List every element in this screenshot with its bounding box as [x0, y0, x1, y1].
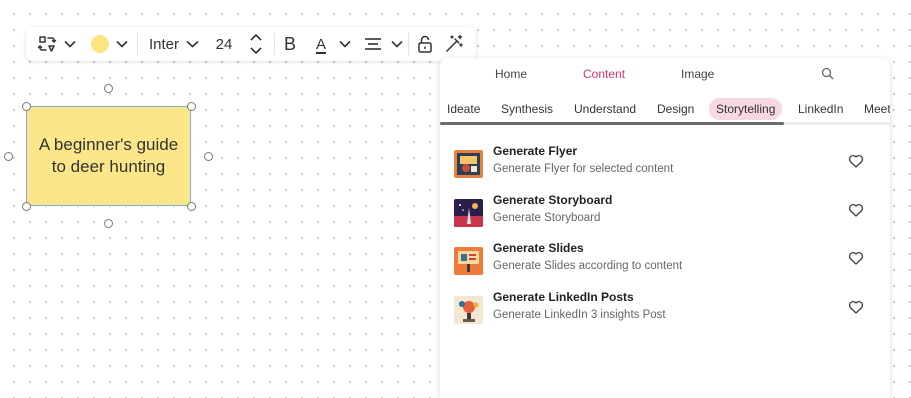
item-title: Generate Flyer [493, 144, 578, 158]
resize-handle-bottom-left[interactable] [22, 202, 31, 211]
sticky-note[interactable]: A beginner's guide to deer hunting [26, 106, 191, 206]
slides-thumbnail [454, 247, 483, 275]
unlock-icon[interactable] [415, 27, 435, 61]
tab-content[interactable]: Content [583, 58, 625, 90]
text-color-button[interactable]: A [311, 27, 331, 61]
tab-storytelling[interactable]: Storytelling [709, 98, 783, 120]
resize-handle-top-left[interactable] [22, 102, 31, 111]
formatting-toolbar: Inter 24 B A [26, 27, 476, 61]
chevron-down-icon[interactable] [114, 27, 130, 61]
tab-image[interactable]: Image [681, 58, 714, 90]
magic-wand-icon[interactable] [443, 27, 465, 61]
resize-handle-bottom-right[interactable] [187, 202, 196, 211]
resize-handle-top-right[interactable] [187, 102, 196, 111]
font-size-input[interactable]: 24 [212, 27, 236, 61]
item-subtitle: Generate Slides according to content [493, 260, 683, 272]
divider [274, 33, 275, 55]
search-icon[interactable] [821, 67, 835, 81]
connector-handle-right[interactable] [204, 152, 213, 161]
swap-shape-icon[interactable] [36, 27, 58, 61]
heart-icon[interactable] [847, 298, 865, 316]
text-color-label: A [315, 35, 326, 53]
chevron-down-icon[interactable] [62, 27, 78, 61]
tab-synthesis[interactable]: Synthesis [501, 94, 553, 124]
bold-button[interactable]: B [281, 27, 299, 61]
font-size-stepper[interactable] [248, 27, 264, 61]
linkedin-thumbnail [454, 296, 483, 324]
connector-handle-top[interactable] [104, 84, 113, 93]
font-family-select[interactable]: Inter [148, 27, 180, 61]
tab-design[interactable]: Design [657, 94, 694, 124]
item-subtitle: Generate Flyer for selected content [493, 163, 674, 175]
list-item-generate-storyboard[interactable]: Generate Storyboard Generate Storyboard [440, 193, 890, 233]
storyboard-thumbnail [454, 199, 483, 227]
heart-icon[interactable] [847, 249, 865, 267]
divider [408, 33, 409, 55]
item-subtitle: Generate LinkedIn 3 insights Post [493, 309, 666, 321]
tab-ideate[interactable]: Ideate [447, 94, 480, 124]
heart-icon[interactable] [847, 201, 865, 219]
tabs-scrollbar-thumb[interactable] [440, 122, 784, 125]
connector-handle-left[interactable] [4, 152, 13, 161]
fill-color-swatch[interactable] [89, 27, 111, 61]
list-item-generate-linkedin-posts[interactable]: Generate LinkedIn Posts Generate LinkedI… [440, 290, 890, 330]
tab-meet[interactable]: Meet [864, 94, 890, 124]
category-tabs: Ideate Synthesis Understand Design Story… [440, 94, 890, 124]
item-title: Generate Slides [493, 241, 584, 255]
content-panel: Home Content Image Ideate Synthesis Unde… [440, 58, 890, 398]
tab-home[interactable]: Home [495, 58, 527, 90]
chevron-down-icon[interactable] [337, 27, 353, 61]
align-center-icon[interactable] [363, 27, 383, 61]
tab-understand[interactable]: Understand [574, 94, 636, 124]
item-subtitle: Generate Storyboard [493, 212, 601, 224]
chevron-down-icon[interactable] [184, 27, 200, 61]
chevron-down-icon[interactable] [389, 27, 405, 61]
tab-linkedin[interactable]: LinkedIn [798, 94, 843, 124]
list-item-generate-slides[interactable]: Generate Slides Generate Slides accordin… [440, 241, 890, 281]
item-title: Generate Storyboard [493, 193, 613, 207]
item-title: Generate LinkedIn Posts [493, 290, 634, 304]
heart-icon[interactable] [847, 152, 865, 170]
flyer-thumbnail [454, 150, 483, 178]
sticky-note-text: A beginner's guide to deer hunting [38, 135, 179, 176]
connector-handle-bottom[interactable] [104, 219, 113, 228]
list-item-generate-flyer[interactable]: Generate Flyer Generate Flyer for select… [440, 144, 890, 184]
divider [137, 33, 138, 55]
